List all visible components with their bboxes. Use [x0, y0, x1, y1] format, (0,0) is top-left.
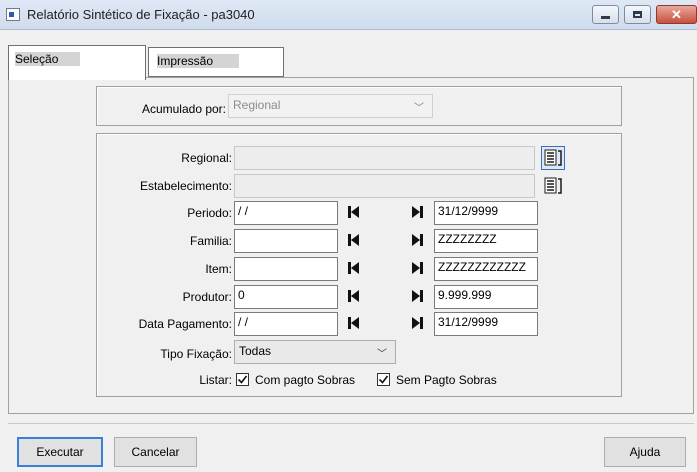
periodo-label: Periodo:	[187, 206, 232, 220]
maximize-icon	[633, 11, 642, 18]
estabelecimento-zoom-button[interactable]	[541, 174, 565, 198]
item-first-button[interactable]	[343, 258, 363, 280]
item-label: Item:	[205, 262, 232, 276]
tab-selecao[interactable]: Seleção	[8, 45, 146, 80]
cancelar-button[interactable]: Cancelar	[114, 437, 197, 467]
familia-from-input[interactable]	[234, 229, 338, 253]
produtor-last-button[interactable]	[408, 286, 428, 308]
data-pagamento-from-input[interactable]: / /	[234, 312, 338, 336]
skip-last-icon	[411, 260, 425, 279]
listar-label: Listar:	[199, 373, 232, 387]
checkmark-icon	[378, 375, 389, 384]
acumulado-value: Regional	[233, 98, 281, 112]
produtor-to-input[interactable]: 9.999.999	[434, 285, 538, 309]
chevron-down-icon: ﹀	[377, 349, 387, 360]
maximize-button[interactable]	[624, 5, 651, 24]
produtor-from-input[interactable]: 0	[234, 285, 338, 309]
familia-last-button[interactable]	[408, 230, 428, 252]
data-pagamento-to-input[interactable]: 31/12/9999	[434, 312, 538, 336]
familia-first-button[interactable]	[343, 230, 363, 252]
skip-last-icon	[411, 204, 425, 223]
periodo-last-button[interactable]	[408, 202, 428, 224]
familia-label: Familia:	[189, 234, 232, 248]
familia-to-input[interactable]: ZZZZZZZZ	[434, 229, 538, 253]
skip-first-icon	[346, 232, 360, 251]
acumulado-select[interactable]: Regional ﹀	[228, 94, 433, 118]
regional-input[interactable]	[234, 146, 535, 170]
checkmark-icon	[237, 375, 248, 384]
estabelecimento-input[interactable]	[234, 174, 535, 198]
chevron-down-icon: ﹀	[414, 103, 424, 114]
periodo-from-input[interactable]: / /	[234, 201, 338, 225]
skip-first-icon	[346, 260, 360, 279]
title-bar: Relatório Sintético de Fixação - pa3040 …	[0, 0, 697, 30]
periodo-to-input[interactable]: 31/12/9999	[434, 201, 538, 225]
minimize-icon	[601, 16, 610, 19]
com-pagto-sobras-label[interactable]: Com pagto Sobras	[255, 373, 355, 387]
close-icon: ✕	[671, 7, 682, 22]
window-title: Relatório Sintético de Fixação - pa3040	[27, 7, 255, 22]
regional-zoom-button[interactable]	[541, 146, 565, 170]
tab-impressao-label: Impressão	[157, 54, 240, 68]
list-zoom-icon	[544, 149, 562, 166]
data-pagamento-label: Data Pagamento:	[138, 317, 232, 331]
skip-last-icon	[411, 232, 425, 251]
produtor-label: Produtor:	[182, 290, 232, 304]
periodo-first-button[interactable]	[343, 202, 363, 224]
skip-first-icon	[346, 315, 360, 334]
skip-last-icon	[411, 315, 425, 334]
executar-button[interactable]: Executar	[17, 437, 103, 467]
minimize-button[interactable]	[592, 5, 619, 24]
data-pagamento-last-button[interactable]	[408, 313, 428, 335]
item-from-input[interactable]	[234, 257, 338, 281]
ajuda-button[interactable]: Ajuda	[604, 437, 686, 467]
tab-selecao-label: Seleção	[15, 52, 81, 66]
close-button[interactable]: ✕	[656, 5, 697, 24]
com-pagto-sobras-checkbox[interactable]	[236, 373, 249, 386]
acumulado-label: Acumulado por:	[141, 102, 226, 116]
produtor-first-button[interactable]	[343, 286, 363, 308]
skip-first-icon	[346, 204, 360, 223]
data-pagamento-first-button[interactable]	[343, 313, 363, 335]
estabelecimento-label: Estabelecimento:	[139, 179, 232, 193]
skip-last-icon	[411, 288, 425, 307]
list-zoom-icon	[544, 177, 562, 194]
item-to-input[interactable]: ZZZZZZZZZZZZ	[434, 257, 538, 281]
item-last-button[interactable]	[408, 258, 428, 280]
tipo-fixacao-value: Todas	[239, 344, 272, 358]
tipo-fixacao-select[interactable]: Todas ﹀	[234, 340, 396, 364]
sem-pagto-sobras-label[interactable]: Sem Pagto Sobras	[396, 373, 497, 387]
sem-pagto-sobras-checkbox[interactable]	[377, 373, 390, 386]
tipo-fixacao-label: Tipo Fixação:	[160, 347, 232, 361]
app-icon	[6, 8, 20, 21]
tab-impressao[interactable]: Impressão	[148, 47, 284, 77]
regional-label: Regional:	[181, 151, 232, 165]
skip-first-icon	[346, 288, 360, 307]
footer-divider	[8, 423, 694, 424]
